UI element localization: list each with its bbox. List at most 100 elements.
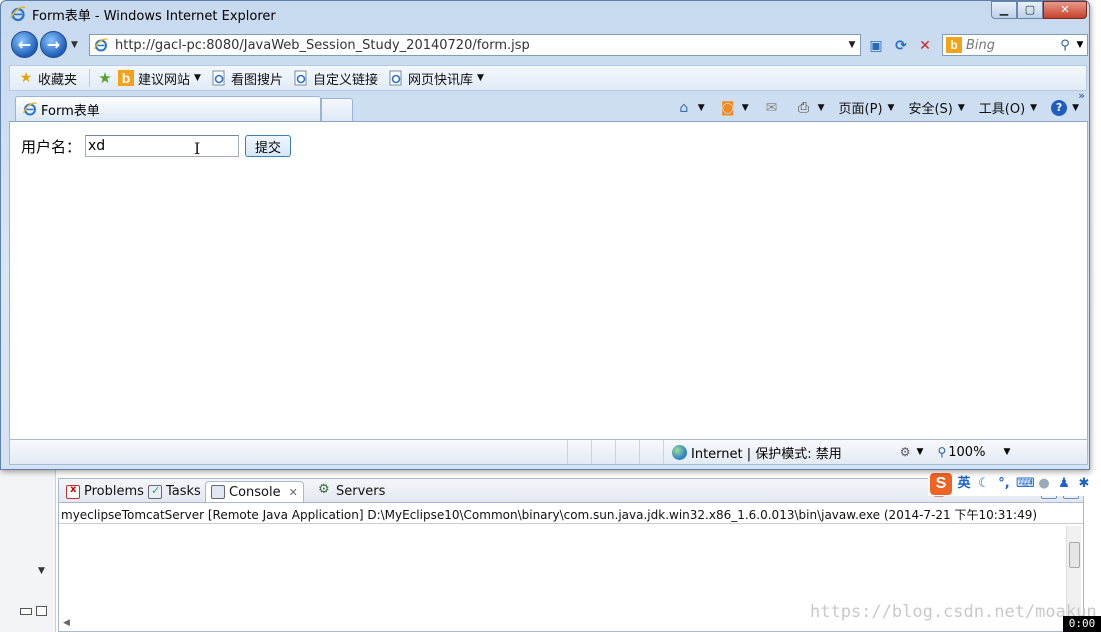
zoom-control[interactable]: ⚲ 100% ▼ — [937, 445, 1010, 460]
ie-page-icon — [294, 70, 307, 86]
maximize-button[interactable]: ▢ — [1017, 1, 1043, 19]
sogou-ime-logo[interactable]: S — [930, 473, 952, 495]
username-input[interactable] — [85, 135, 239, 157]
fav-custom-links[interactable]: 自定义链接 — [293, 69, 378, 88]
page-ie-icon — [93, 38, 108, 52]
fav-image-search-label: 看图搜片 — [230, 72, 283, 88]
print-button[interactable]: ⎙ ▼ — [795, 100, 825, 116]
address-bar[interactable]: http://gacl-pc:8080/JavaWeb_Session_Stud… — [89, 34, 861, 56]
minimize-button[interactable]: ▁ — [991, 1, 1017, 19]
scroll-left-icon[interactable]: ◀ — [63, 618, 70, 628]
ie-window: Form表单 - Windows Internet Explorer ▁ ▢ ✕… — [0, 0, 1090, 470]
zoom-level: 100% — [948, 444, 986, 460]
divider — [59, 523, 1083, 524]
tab-tasks[interactable]: Tasks — [143, 481, 206, 502]
home-button[interactable]: ⌂ ▼ — [675, 99, 705, 116]
page-content: 用户名： I 提交 — [9, 121, 1088, 439]
half-width-moon-icon[interactable]: ☾ — [976, 476, 992, 492]
home-icon: ⌂ — [679, 99, 689, 116]
recording-clock: 0:00 — [1063, 616, 1101, 632]
back-button[interactable]: ← — [11, 31, 38, 58]
read-mail-button[interactable]: ✉ — [763, 100, 781, 116]
close-button[interactable]: ✕ — [1043, 1, 1087, 19]
tab-console[interactable]: Console ✕ — [205, 481, 304, 502]
console-process-label: myeclipseTomcatServer [Remote Java Appli… — [61, 508, 1038, 522]
ime-toolbar: S 英 ☾ °, ⌨ ● ♟ ✱ — [928, 472, 1101, 496]
stop-icon[interactable]: ✕ — [915, 36, 935, 56]
fav-web-slice-gallery-label: 网页快讯库 — [407, 72, 473, 88]
search-options-chevron-down-icon[interactable]: ▼ — [1073, 40, 1087, 50]
page-menu[interactable]: 页面(P) ▼ — [839, 98, 895, 117]
tab-servers[interactable]: Servers — [313, 481, 390, 502]
more-commands-icon[interactable]: » — [1078, 89, 1085, 102]
ime-language-mode[interactable]: 英 — [956, 476, 972, 492]
fav-image-search[interactable]: 看图搜片 — [211, 69, 283, 88]
printer-icon: ⎙ — [798, 99, 810, 116]
forward-button[interactable]: → — [40, 31, 67, 58]
chevron-down-icon: ▼ — [1003, 447, 1011, 457]
new-tab-button[interactable] — [321, 98, 353, 121]
username-label: 用户名： — [21, 138, 82, 156]
tab-problems[interactable]: Problems — [61, 481, 149, 502]
chevron-down-icon: ▼ — [697, 102, 705, 113]
star-icon: ★ — [19, 70, 33, 86]
punctuation-icon[interactable]: °, — [996, 476, 1012, 492]
minimize-view-icon[interactable] — [20, 608, 32, 615]
ie-logo-icon — [10, 6, 26, 22]
chevron-down-icon: ▼ — [916, 447, 924, 457]
submit-button[interactable]: 提交 — [245, 135, 291, 157]
fav-suggested-sites[interactable]: b 建议网站 ▼ — [118, 69, 201, 88]
view-menu-icon[interactable]: ▼ — [38, 566, 45, 576]
tab-problems-label: Problems — [84, 484, 144, 499]
scrollbar-thumb[interactable] — [1069, 542, 1080, 568]
problems-icon — [66, 484, 80, 499]
chevron-down-icon: ▼ — [741, 102, 749, 113]
settings-icon[interactable]: ✱ — [1076, 476, 1092, 492]
search-icon[interactable]: ⚲ — [1057, 38, 1073, 53]
chevron-down-icon: ▼ — [1072, 102, 1079, 113]
fav-suggested-sites-label: 建议网站 — [138, 72, 191, 88]
user-icon[interactable]: ● — [1036, 476, 1052, 492]
internet-globe-icon — [672, 444, 687, 460]
search-input[interactable]: Bing — [966, 38, 1057, 53]
servers-icon — [318, 482, 332, 499]
add-to-favorites-icon[interactable]: ★ — [96, 69, 114, 87]
feeds-button[interactable]: ◙ ▼ — [719, 100, 749, 116]
address-chevron-down-icon[interactable]: ▼ — [844, 40, 860, 50]
status-segment — [568, 440, 592, 464]
mail-icon: ✉ — [765, 99, 778, 116]
tab-console-label: Console — [229, 484, 281, 500]
title-bar[interactable]: Form表单 - Windows Internet Explorer ▁ ▢ ✕ — [1, 1, 1089, 27]
tab-title: Form表单 — [41, 103, 100, 119]
keyboard-icon[interactable]: ⌨ — [1016, 476, 1035, 492]
status-segment — [616, 440, 640, 464]
tab-form[interactable]: Form表单 — [15, 96, 321, 121]
security-zone[interactable]: Internet | 保护模式: 禁用 — [672, 443, 842, 462]
skin-icon[interactable]: ♟ — [1056, 476, 1072, 492]
address-url[interactable]: http://gacl-pc:8080/JavaWeb_Session_Stud… — [115, 38, 844, 53]
fav-web-slice-gallery[interactable]: 网页快讯库 ▼ — [388, 69, 484, 88]
tools-menu-label: 工具(O) — [978, 102, 1026, 117]
tools-menu[interactable]: 工具(O) ▼ — [979, 98, 1037, 117]
ie-page-icon — [389, 70, 402, 86]
compatibility-view-icon[interactable]: ▣ — [866, 36, 886, 56]
popup-settings[interactable]: ⚙ ▼ — [900, 445, 924, 459]
favorites-button[interactable]: ★ 收藏夹 — [18, 69, 77, 88]
help-menu[interactable]: ? ▼ — [1051, 99, 1079, 116]
navigation-bar: ← → ▼ http://gacl-pc:8080/JavaWeb_Sessio… — [1, 29, 1089, 61]
help-icon: ? — [1051, 99, 1068, 116]
tab-servers-label: Servers — [336, 484, 386, 499]
safety-menu[interactable]: 安全(S) ▼ — [908, 98, 964, 117]
maximize-view-icon[interactable] — [36, 606, 47, 616]
refresh-icon[interactable]: ⟳ — [891, 36, 911, 56]
chevron-down-icon: ▼ — [887, 102, 895, 113]
fav-custom-links-label: 自定义链接 — [312, 72, 378, 88]
popup-blocker-icon: ⚙ — [899, 445, 911, 459]
search-box[interactable]: b Bing ⚲ ▼ — [942, 34, 1088, 56]
chevron-down-icon: ▼ — [957, 102, 965, 113]
close-tab-icon[interactable]: ✕ — [289, 486, 298, 499]
watermark: https://blog.csdn.net/moakun — [810, 602, 1097, 622]
console-icon — [211, 485, 225, 499]
recent-pages-chevron-down-icon[interactable]: ▼ — [71, 40, 78, 50]
zone-text: Internet | 保护模式: 禁用 — [691, 446, 842, 462]
